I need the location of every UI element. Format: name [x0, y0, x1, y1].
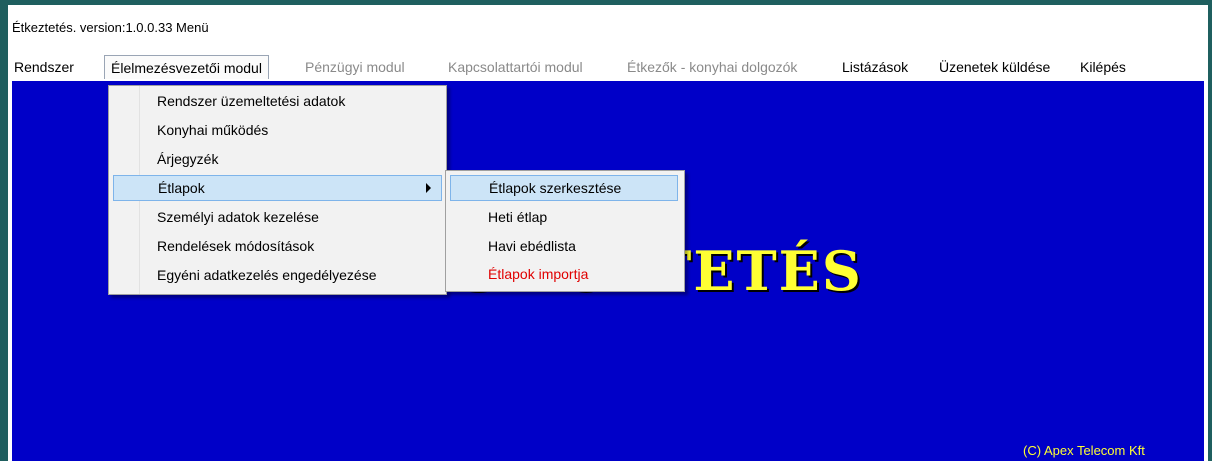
menu-penzugyi-modul: Pénzügyi modul	[305, 59, 405, 75]
dropdown-item-etlapok[interactable]: Étlapok	[113, 175, 442, 201]
window-title: Étkeztetés. version:1.0.0.33 Menü	[12, 20, 209, 35]
menu-elelmezesvezetoi-modul[interactable]: Élelmezésvezetői modul	[104, 55, 269, 79]
submenu-item-label: Étlapok importja	[488, 266, 589, 282]
dropdown-item-arjegyzek[interactable]: Árjegyzék	[113, 147, 442, 173]
menu-kapcsolattartoi-modul: Kapcsolattartói modul	[448, 59, 583, 75]
menu-uzenetek-kuldese[interactable]: Üzenetek küldése	[933, 55, 1056, 79]
submenu-item-etlapok-szerkesztese[interactable]: Étlapok szerkesztése	[450, 175, 678, 201]
menu-bar: Rendszer Élelmezésvezetői modul Pénzügyi…	[8, 47, 1208, 81]
copyright-text: (C) Apex Telecom Kft	[1023, 443, 1145, 458]
submenu-item-heti-etlap[interactable]: Heti étlap	[450, 205, 678, 231]
dropdown-item-konyhai-mukodes[interactable]: Konyhai működés	[113, 118, 442, 144]
submenu-item-label: Étlapok szerkesztése	[489, 180, 622, 196]
dropdown-item-label: Árjegyzék	[157, 151, 219, 167]
elelmezesvezetoi-dropdown: Rendszer üzemeltetési adatok Konyhai műk…	[108, 85, 447, 295]
menu-rendszer[interactable]: Rendszer	[8, 55, 80, 79]
submenu-item-havi-ebedlista[interactable]: Havi ebédlista	[450, 234, 678, 260]
etlapok-submenu: Étlapok szerkesztése Heti étlap Havi ebé…	[445, 170, 685, 292]
app-window: Étkeztetés. version:1.0.0.33 Menü Rendsz…	[8, 5, 1208, 461]
dropdown-item-label: Étlapok	[158, 180, 205, 196]
submenu-item-label: Heti étlap	[488, 209, 548, 225]
dropdown-item-label: Személyi adatok kezelése	[157, 209, 319, 225]
dropdown-item-egyeni-adatkezeles[interactable]: Egyéni adatkezelés engedélyezése	[113, 263, 442, 289]
dropdown-item-szemelyi-adatok[interactable]: Személyi adatok kezelése	[113, 205, 442, 231]
submenu-arrow-icon	[426, 183, 431, 193]
dropdown-item-label: Konyhai működés	[157, 122, 269, 138]
submenu-item-etlapok-importja[interactable]: Étlapok importja	[450, 262, 678, 288]
menu-etkezok-konyhai-dolgozok: Étkezők - konyhai dolgozók	[627, 59, 798, 75]
dropdown-item-label: Egyéni adatkezelés engedélyezése	[157, 267, 377, 283]
dropdown-item-label: Rendszer üzemeltetési adatok	[157, 93, 346, 109]
title-bar: Étkeztetés. version:1.0.0.33 Menü	[8, 5, 1208, 47]
menu-listazasok[interactable]: Listázások	[836, 55, 914, 79]
dropdown-item-rendelesek[interactable]: Rendelések módosítások	[113, 234, 442, 260]
dropdown-item-rendszer-uzemeltetesi[interactable]: Rendszer üzemeltetési adatok	[113, 89, 442, 115]
menu-kilepes[interactable]: Kilépés	[1074, 55, 1132, 79]
dropdown-item-label: Rendelések módosítások	[157, 238, 315, 254]
submenu-item-label: Havi ebédlista	[488, 238, 576, 254]
